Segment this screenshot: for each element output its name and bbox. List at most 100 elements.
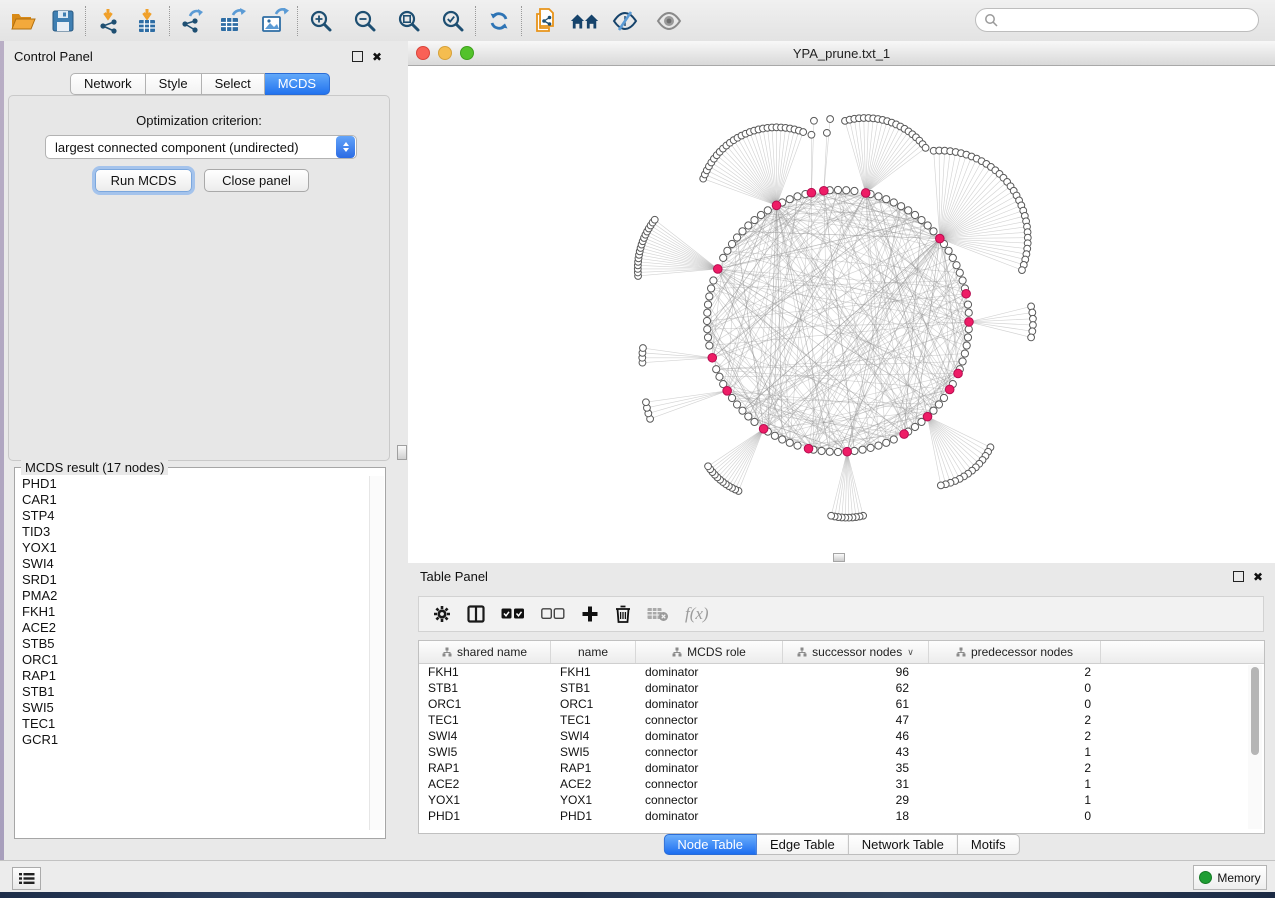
mcds-result-item[interactable]: PMA2 — [16, 588, 368, 604]
zoom-out-icon[interactable] — [350, 6, 380, 36]
table-row[interactable]: PHD1PHD1dominator180 — [419, 808, 1264, 824]
splitter-handle[interactable] — [397, 445, 407, 460]
table-cell: FKH1 — [419, 665, 551, 679]
mcds-result-item[interactable]: STB1 — [16, 684, 368, 700]
task-history-button[interactable] — [12, 867, 41, 890]
hide-graphics-details-icon[interactable] — [610, 6, 640, 36]
column-header-predecessor-nodes[interactable]: predecessor nodes — [929, 641, 1101, 663]
column-header-name[interactable]: name — [551, 641, 636, 663]
mcds-result-item[interactable]: ORC1 — [16, 652, 368, 668]
table-row[interactable]: ORC1ORC1dominator610 — [419, 696, 1264, 712]
close-panel-icon[interactable]: ✖ — [372, 52, 382, 62]
tab-mcds[interactable]: MCDS — [265, 73, 330, 95]
optimization-criterion-label: Optimization criterion: — [9, 113, 389, 128]
import-network-icon[interactable] — [94, 6, 124, 36]
table-row[interactable]: RAP1RAP1dominator352 — [419, 760, 1264, 776]
deselect-all-checkboxes-icon[interactable] — [541, 608, 565, 620]
toolbar-separator — [521, 6, 523, 36]
table-cell: 0 — [929, 697, 1101, 711]
mcds-result-item[interactable]: FKH1 — [16, 604, 368, 620]
table-row[interactable]: YOX1YOX1connector291 — [419, 792, 1264, 808]
open-session-icon[interactable] — [8, 6, 38, 36]
mcds-result-item[interactable]: RAP1 — [16, 668, 368, 684]
network-manager-icon[interactable] — [570, 6, 600, 36]
vertical-splitter[interactable] — [395, 41, 409, 860]
column-header-shared-name[interactable]: shared name — [419, 641, 551, 663]
zoom-fit-icon[interactable] — [394, 6, 424, 36]
table-cell: ORC1 — [551, 697, 636, 711]
tab-network[interactable]: Network — [70, 73, 146, 95]
shared-column-icon — [797, 647, 807, 657]
copy-network-icon[interactable] — [530, 6, 560, 36]
float-panel-icon[interactable] — [1233, 571, 1244, 582]
column-header-successor-nodes[interactable]: successor nodes ∨ — [783, 641, 929, 663]
mcds-list-scrollbar[interactable] — [369, 476, 384, 830]
table-cell: 0 — [929, 681, 1101, 695]
shared-column-icon — [442, 647, 452, 657]
mcds-result-item[interactable]: CAR1 — [16, 492, 368, 508]
memory-button[interactable]: Memory — [1193, 865, 1267, 890]
horizontal-splitter-handle[interactable] — [833, 553, 845, 562]
float-panel-icon[interactable] — [352, 51, 363, 62]
mcds-result-item[interactable]: SWI4 — [16, 556, 368, 572]
mcds-result-item[interactable]: STP4 — [16, 508, 368, 524]
network-window-titlebar[interactable]: YPA_prune.txt_1 — [408, 41, 1275, 66]
table-cell: PHD1 — [419, 809, 551, 823]
tab-edge-table[interactable]: Edge Table — [757, 834, 849, 855]
mcds-result-item[interactable]: TID3 — [16, 524, 368, 540]
refresh-icon[interactable] — [484, 6, 514, 36]
table-cell: TEC1 — [551, 713, 636, 727]
export-network-icon[interactable] — [178, 6, 208, 36]
delete-column-icon[interactable] — [615, 605, 631, 623]
mcds-result-item[interactable]: STB5 — [16, 636, 368, 652]
mcds-result-item[interactable]: SWI5 — [16, 700, 368, 716]
zoom-in-icon[interactable] — [306, 6, 336, 36]
tab-motifs[interactable]: Motifs — [958, 834, 1020, 855]
mcds-result-item[interactable]: SRD1 — [16, 572, 368, 588]
table-row[interactable]: STB1STB1dominator620 — [419, 680, 1264, 696]
mcds-result-list[interactable]: PHD1CAR1STP4TID3YOX1SWI4SRD1PMA2FKH1ACE2… — [16, 476, 368, 830]
table-row[interactable]: TEC1TEC1connector472 — [419, 712, 1264, 728]
criterion-dropdown[interactable]: largest connected component (undirected) — [45, 135, 357, 159]
import-table-icon[interactable] — [132, 6, 162, 36]
add-column-icon[interactable] — [581, 605, 599, 623]
table-cell: 2 — [929, 729, 1101, 743]
close-panel-icon[interactable]: ✖ — [1253, 572, 1263, 582]
save-session-icon[interactable] — [48, 6, 78, 36]
export-table-icon[interactable] — [218, 6, 248, 36]
search-field[interactable] — [975, 8, 1259, 32]
search-input[interactable] — [998, 12, 1232, 28]
table-row[interactable]: SWI4SWI4dominator462 — [419, 728, 1264, 744]
mcds-result-item[interactable]: GCR1 — [16, 732, 368, 748]
table-row[interactable]: FKH1FKH1dominator962 — [419, 664, 1264, 680]
table-cell: connector — [636, 745, 783, 759]
run-mcds-button[interactable]: Run MCDS — [95, 169, 192, 192]
table-row[interactable]: SWI5SWI5connector431 — [419, 744, 1264, 760]
tab-node-table[interactable]: Node Table — [663, 834, 757, 855]
tab-select[interactable]: Select — [202, 73, 265, 95]
table-scrollbar-thumb[interactable] — [1251, 667, 1259, 755]
close-panel-button[interactable]: Close panel — [204, 169, 309, 192]
table-cell: STB1 — [419, 681, 551, 695]
network-canvas[interactable] — [408, 65, 1275, 563]
tab-style[interactable]: Style — [146, 73, 202, 95]
settings-gear-icon[interactable] — [433, 605, 451, 623]
show-graphics-details-icon[interactable] — [654, 6, 684, 36]
mcds-result-item[interactable]: TEC1 — [16, 716, 368, 732]
mcds-result-item[interactable]: YOX1 — [16, 540, 368, 556]
mcds-result-item[interactable]: ACE2 — [16, 620, 368, 636]
select-all-checkboxes-icon[interactable] — [501, 608, 525, 620]
table-cell: 61 — [783, 697, 929, 711]
zoom-selected-icon[interactable] — [438, 6, 468, 36]
export-image-icon[interactable] — [260, 6, 290, 36]
table-cell: 62 — [783, 681, 929, 695]
toggle-columns-icon[interactable] — [467, 605, 485, 623]
table-row[interactable]: ACE2ACE2connector311 — [419, 776, 1264, 792]
control-panel-tabs: Network Style Select MCDS — [70, 73, 330, 95]
table-cell: dominator — [636, 665, 783, 679]
table-scrollbar[interactable] — [1248, 665, 1262, 829]
column-header-mcds-role[interactable]: MCDS role — [636, 641, 783, 663]
tab-network-table[interactable]: Network Table — [849, 834, 958, 855]
mcds-result-item[interactable]: PHD1 — [16, 476, 368, 492]
column-header-filler — [1101, 641, 1264, 663]
